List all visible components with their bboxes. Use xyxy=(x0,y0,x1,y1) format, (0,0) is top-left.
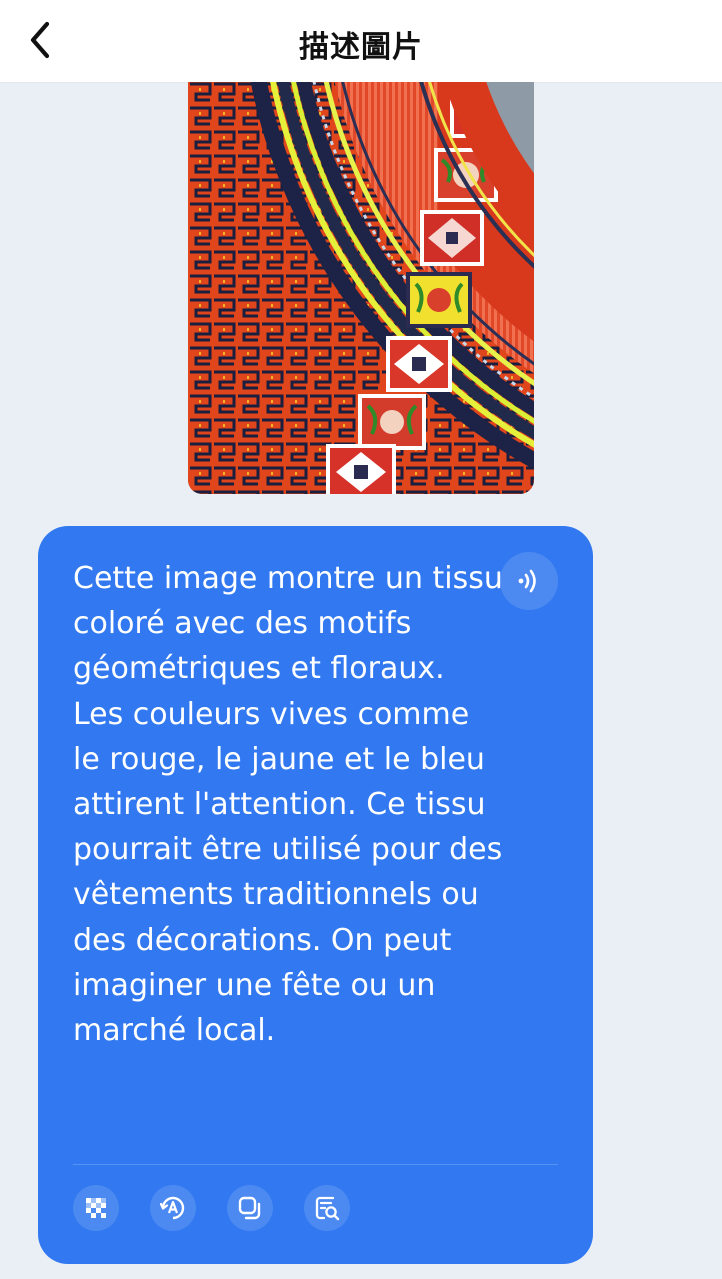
search-text-icon xyxy=(315,1196,340,1221)
divider xyxy=(73,1164,558,1165)
speaker-icon xyxy=(518,569,536,593)
textile-image xyxy=(188,82,534,494)
response-bubble: Cette image montre un tissu coloré avec … xyxy=(38,526,593,1264)
response-text: Cette image montre un tissu coloré avec … xyxy=(73,561,503,1049)
mosaic-icon xyxy=(86,1198,106,1218)
top-bar: 描述圖片 xyxy=(0,0,722,83)
page-title: 描述圖片 xyxy=(299,30,423,65)
copy-button[interactable] xyxy=(227,1185,273,1231)
read-aloud-button[interactable] xyxy=(500,552,558,610)
translate-button[interactable] xyxy=(150,1185,196,1231)
mosaic-button[interactable] xyxy=(73,1185,119,1231)
search-text-button[interactable] xyxy=(304,1185,350,1231)
copy-icon xyxy=(238,1196,261,1220)
translate-icon xyxy=(159,1196,185,1220)
textile-photo[interactable] xyxy=(188,82,534,494)
